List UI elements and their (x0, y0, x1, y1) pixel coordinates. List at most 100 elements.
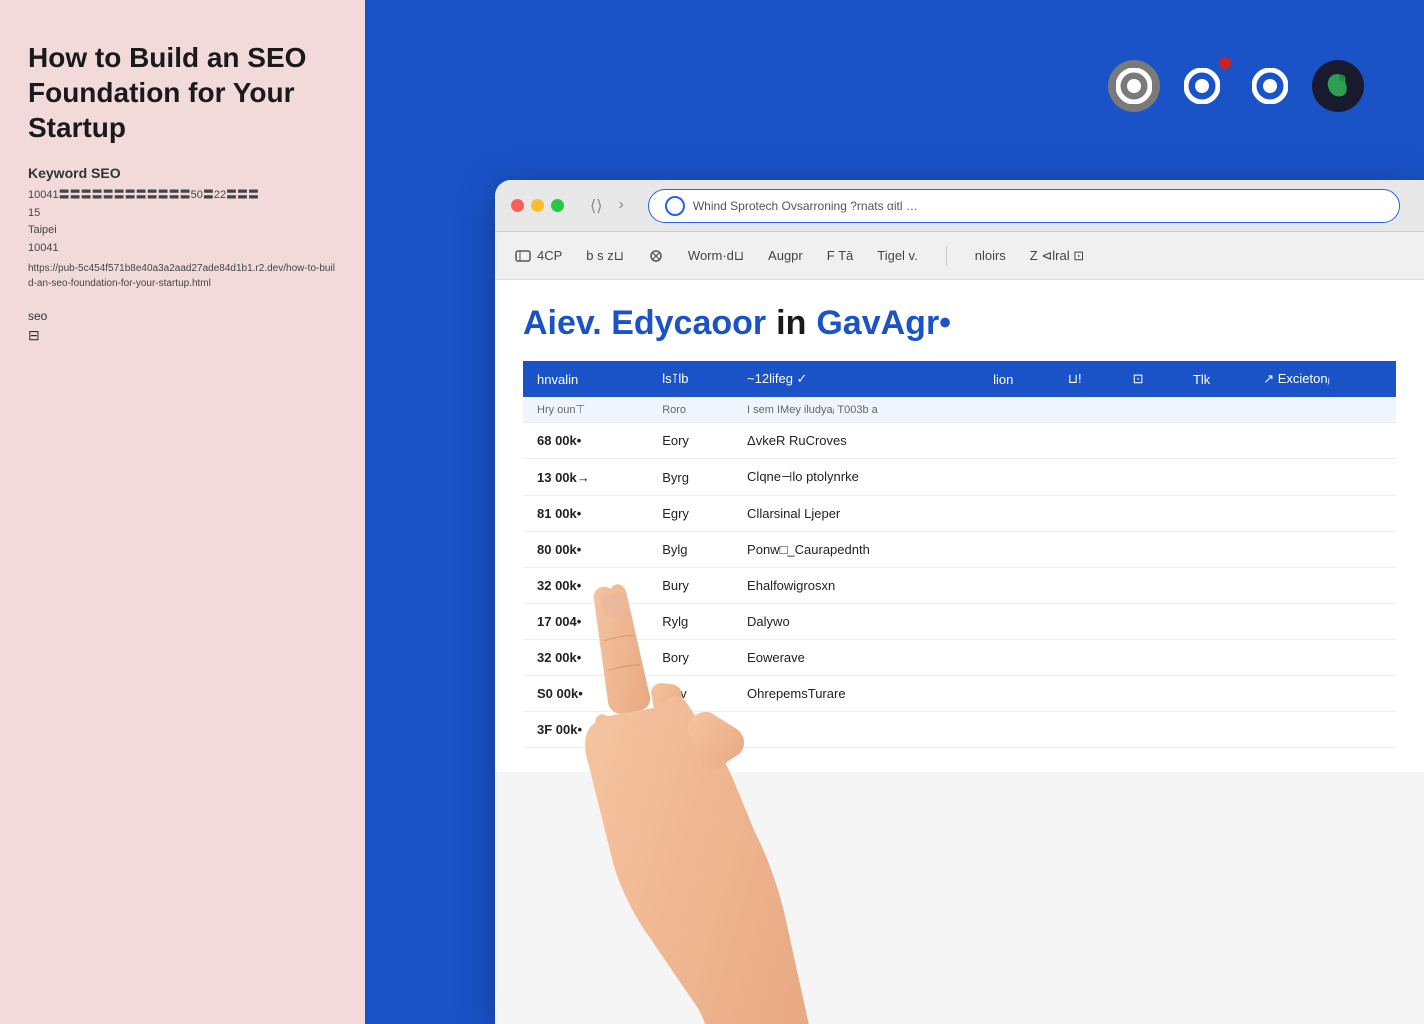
page-title: How to Build an SEO Foundation for Your … (28, 40, 337, 145)
table-row[interactable]: 68 00k•EoryΔvkeR RuCroves (523, 423, 1396, 459)
table-row[interactable]: 17 004•RylgDalywo (523, 604, 1396, 640)
toolbar-tab-2[interactable] (648, 248, 664, 264)
keyword-label: Keyword SEO (28, 165, 337, 181)
subheader-cell-3 (979, 397, 1054, 423)
toolbar-tab-6[interactable]: Tigel v. (877, 248, 917, 263)
cell-col2-5: Dalywo (733, 604, 1396, 640)
th-2: ~12lifeg ✓ (733, 361, 979, 397)
cell-volume-2: 81 00k• (523, 496, 648, 532)
sidebar: How to Build an SEO Foundation for Your … (0, 0, 365, 1024)
browser-nav: ⟨⟩ › (586, 194, 628, 218)
browser-content: Aiev. Edycaoor in GavAgr• hnvalin ls⊺lb … (495, 280, 1424, 772)
subheader-cell-6 (1179, 397, 1249, 423)
cell-col1-2: Egry (648, 496, 733, 532)
back-button[interactable]: ⟨⟩ (586, 194, 606, 218)
subheader-cell-4 (1054, 397, 1119, 423)
tl-yellow[interactable] (531, 199, 544, 212)
sidebar-url[interactable]: https://pub-5c454f571b8e40a3a2aad27ade84… (28, 261, 337, 291)
cell-volume-3: 80 00k• (523, 532, 648, 568)
tag-icon: ⊟ (28, 327, 337, 344)
title-part3: GavAgr• (816, 304, 951, 343)
data-table: hnvalin ls⊺lb ~12lifeg ✓ lion ⊔! ⊡ Tlk ↗… (523, 361, 1396, 748)
logo-2 (1176, 60, 1228, 112)
logo-4 (1312, 60, 1364, 112)
main-area: ⟨⟩ › Whind Sprotech Ovsarroning ?rnats α… (365, 0, 1424, 1024)
table-row[interactable]: 3F 00k• (523, 712, 1396, 748)
th-5: ⊡ (1119, 361, 1179, 397)
cell-col2-7: OhrepemsTurare (733, 676, 1396, 712)
meta-line-2: 15 (28, 205, 337, 223)
cell-volume-4: 32 00k• (523, 568, 648, 604)
th-3: lion (979, 361, 1054, 397)
toolbar-tab-4[interactable]: Augpr (768, 248, 803, 263)
table-row[interactable]: 81 00k•EgryCllarsinal Ljeper (523, 496, 1396, 532)
cell-col2-4: Ehalfowigrosxn (733, 568, 1396, 604)
sidebar-meta: 10041〓〓〓〓〓〓〓〓〓〓〓〓50〓22〓〓〓 15 Taipei 1004… (28, 187, 337, 257)
cell-volume-1: 13 00k→ (523, 459, 648, 496)
forward-button[interactable]: › (614, 194, 627, 218)
subheader-cell-1: Roro (648, 397, 733, 423)
sidebar-tag: seo (28, 309, 337, 323)
cell-col2-2: Cllarsinal Ljeper (733, 496, 1396, 532)
cell-volume-8: 3F 00k• (523, 712, 648, 748)
cell-col2-6: Eowerave (733, 640, 1396, 676)
cell-col1-5: Rylg (648, 604, 733, 640)
browser-window: ⟨⟩ › Whind Sprotech Ovsarroning ?rnats α… (495, 180, 1424, 1024)
table-row[interactable]: 80 00k•BylgPonw□_Caurapednth (523, 532, 1396, 568)
content-title: Aiev. Edycaoor in GavAgr• (523, 304, 1396, 343)
table-row[interactable]: S0 00k•NillvOhrepemsTurare (523, 676, 1396, 712)
tl-green[interactable] (551, 199, 564, 212)
cell-col1-6: Bory (648, 640, 733, 676)
toolbar-tab-3[interactable]: Worm·d⊔ (688, 248, 744, 264)
browser-toolbar-tabs: 4CP b s z⊔ Worm·d⊔ Augpr F Tā Tigel v. n… (495, 232, 1424, 280)
toolbar-tab-7[interactable]: nloirs (975, 248, 1006, 263)
cell-col2-1: Clqne⊣lo ptolynrke (733, 459, 1396, 496)
toolbar-tab-1[interactable]: b s z⊔ (586, 248, 624, 264)
cell-col1-3: Bylg (648, 532, 733, 568)
table-subheader-row: Hry oun⊤RoroI sem IMey iludyaⱼ T003b a (523, 397, 1396, 423)
subheader-cell-5 (1119, 397, 1179, 423)
cell-volume-0: 68 00k• (523, 423, 648, 459)
cell-col1-1: Byrg (648, 459, 733, 496)
address-text: Whind Sprotech Ovsarroning ?rnats αitl … (693, 199, 1383, 213)
th-4: ⊔! (1054, 361, 1119, 397)
th-7: ↗ Excietonⱼ (1249, 361, 1396, 397)
table-row[interactable]: 13 00k→ByrgClqne⊣lo ptolynrke (523, 459, 1396, 496)
top-logos (1108, 60, 1364, 112)
address-circle-icon (665, 196, 685, 216)
tl-red[interactable] (511, 199, 524, 212)
toolbar-tab-8[interactable]: Z ⊲lral ⊡ (1030, 248, 1084, 264)
toolbar-tab-5[interactable]: F Tā (827, 248, 854, 263)
th-6: Tlk (1179, 361, 1249, 397)
th-1: ls⊺lb (648, 361, 733, 397)
subheader-cell-2: I sem IMey iludyaⱼ T003b a (733, 397, 979, 423)
cell-col1-7: Nillv (648, 676, 733, 712)
th-0: hnvalin (523, 361, 648, 397)
cell-col2-0: ΔvkeR RuCroves (733, 423, 1396, 459)
subheader-cell-7 (1249, 397, 1396, 423)
cell-volume-5: 17 004• (523, 604, 648, 640)
cell-col1-8 (648, 712, 733, 748)
title-part2: in (776, 304, 806, 343)
subheader-cell-0: Hry oun⊤ (523, 397, 648, 423)
cell-volume-6: 32 00k• (523, 640, 648, 676)
browser-titlebar: ⟨⟩ › Whind Sprotech Ovsarroning ?rnats α… (495, 180, 1424, 232)
table-row[interactable]: 32 00k•BuryEhalfowigrosxn (523, 568, 1396, 604)
table-header-row: hnvalin ls⊺lb ~12lifeg ✓ lion ⊔! ⊡ Tlk ↗… (523, 361, 1396, 397)
traffic-lights (511, 199, 564, 212)
browser-address-bar[interactable]: Whind Sprotech Ovsarroning ?rnats αitl … (648, 189, 1400, 223)
meta-line-3: Taipei (28, 222, 337, 240)
logo-1 (1108, 60, 1160, 112)
cell-col2-3: Ponw□_Caurapednth (733, 532, 1396, 568)
logo-3 (1244, 60, 1296, 112)
toolbar-separator (946, 246, 947, 266)
cell-volume-7: S0 00k• (523, 676, 648, 712)
cell-col2-8 (733, 712, 1396, 748)
meta-line-1: 10041〓〓〓〓〓〓〓〓〓〓〓〓50〓22〓〓〓 (28, 187, 337, 205)
toolbar-tab-0[interactable]: 4CP (515, 248, 562, 264)
table-row[interactable]: 32 00k•BoryEowerave (523, 640, 1396, 676)
cell-col1-4: Bury (648, 568, 733, 604)
title-part1: Aiev. Edycaoor (523, 304, 766, 343)
meta-line-4: 10041 (28, 240, 337, 258)
cell-col1-0: Eory (648, 423, 733, 459)
